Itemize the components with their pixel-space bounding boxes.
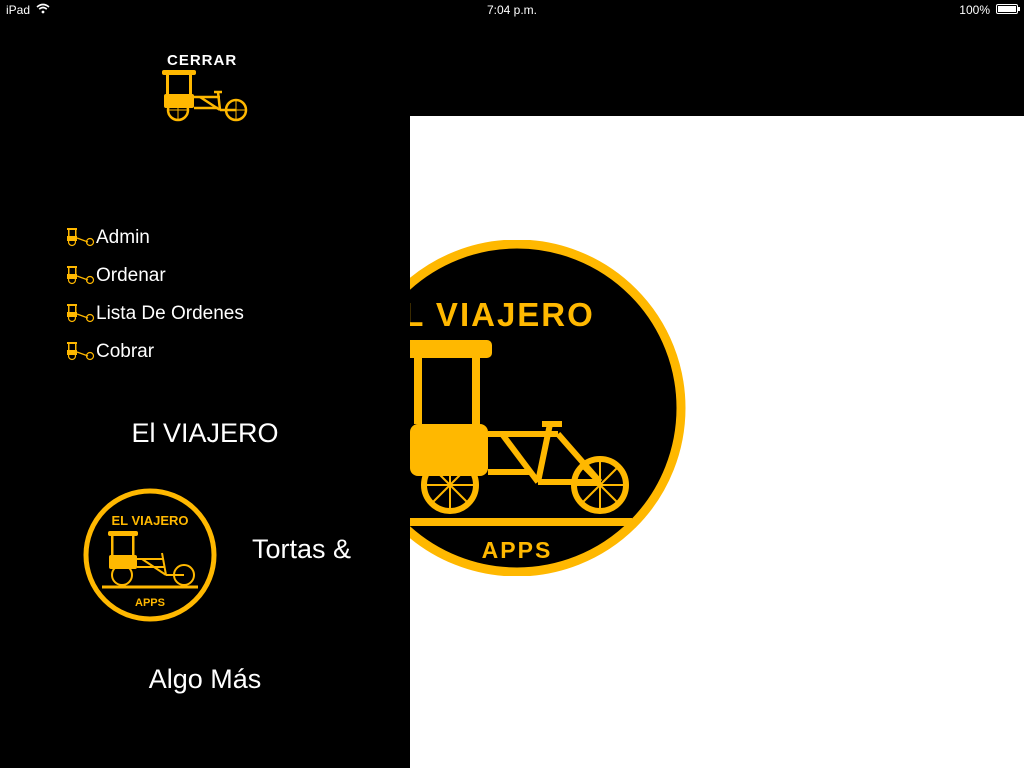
- svg-text:EL VIAJERO: EL VIAJERO: [410, 296, 595, 333]
- tagline-tortas: Tortas &: [252, 534, 352, 564]
- side-drawer: CERRAR Admin Ordenar Lista De Ordenes Co…: [0, 20, 410, 768]
- tagline-algo-mas: Algo Más: [148, 664, 262, 694]
- svg-text:EL VIAJERO: EL VIAJERO: [111, 513, 188, 528]
- cart-icon: [162, 70, 248, 122]
- menu-item-label: Admin: [96, 227, 150, 248]
- svg-text:APPS: APPS: [135, 597, 165, 609]
- svg-text:APPS: APPS: [482, 537, 553, 563]
- status-time: 7:04 p.m.: [486, 3, 538, 17]
- menu-item-label: Cobrar: [96, 341, 155, 362]
- cart-icon: [67, 342, 95, 361]
- close-button[interactable]: CERRAR: [160, 52, 252, 142]
- battery-percentage: 100%: [959, 3, 990, 17]
- status-bar: iPad 7:04 p.m. 100%: [0, 0, 1024, 20]
- app-logo: EL VIAJERO APPS: [83, 488, 217, 622]
- battery-icon: [996, 4, 1020, 14]
- cart-icon: [67, 304, 95, 323]
- brand-title: El VIAJERO: [131, 418, 279, 448]
- main-panel: EL VIAJERO APPS: [410, 116, 1024, 768]
- cart-icon: [67, 228, 95, 247]
- menu-item-admin[interactable]: Admin: [66, 222, 266, 254]
- menu-item-label: Lista De Ordenes: [96, 303, 244, 324]
- large-app-logo: EL VIAJERO APPS: [410, 240, 686, 576]
- menu-item-lista-de-ordenes[interactable]: Lista De Ordenes: [66, 298, 266, 330]
- menu-item-label: Ordenar: [96, 265, 166, 286]
- cart-icon: [67, 266, 95, 285]
- menu-item-cobrar[interactable]: Cobrar: [66, 336, 266, 368]
- nav-menu: Admin Ordenar Lista De Ordenes Cobrar: [66, 222, 266, 374]
- menu-item-ordenar[interactable]: Ordenar: [66, 260, 266, 292]
